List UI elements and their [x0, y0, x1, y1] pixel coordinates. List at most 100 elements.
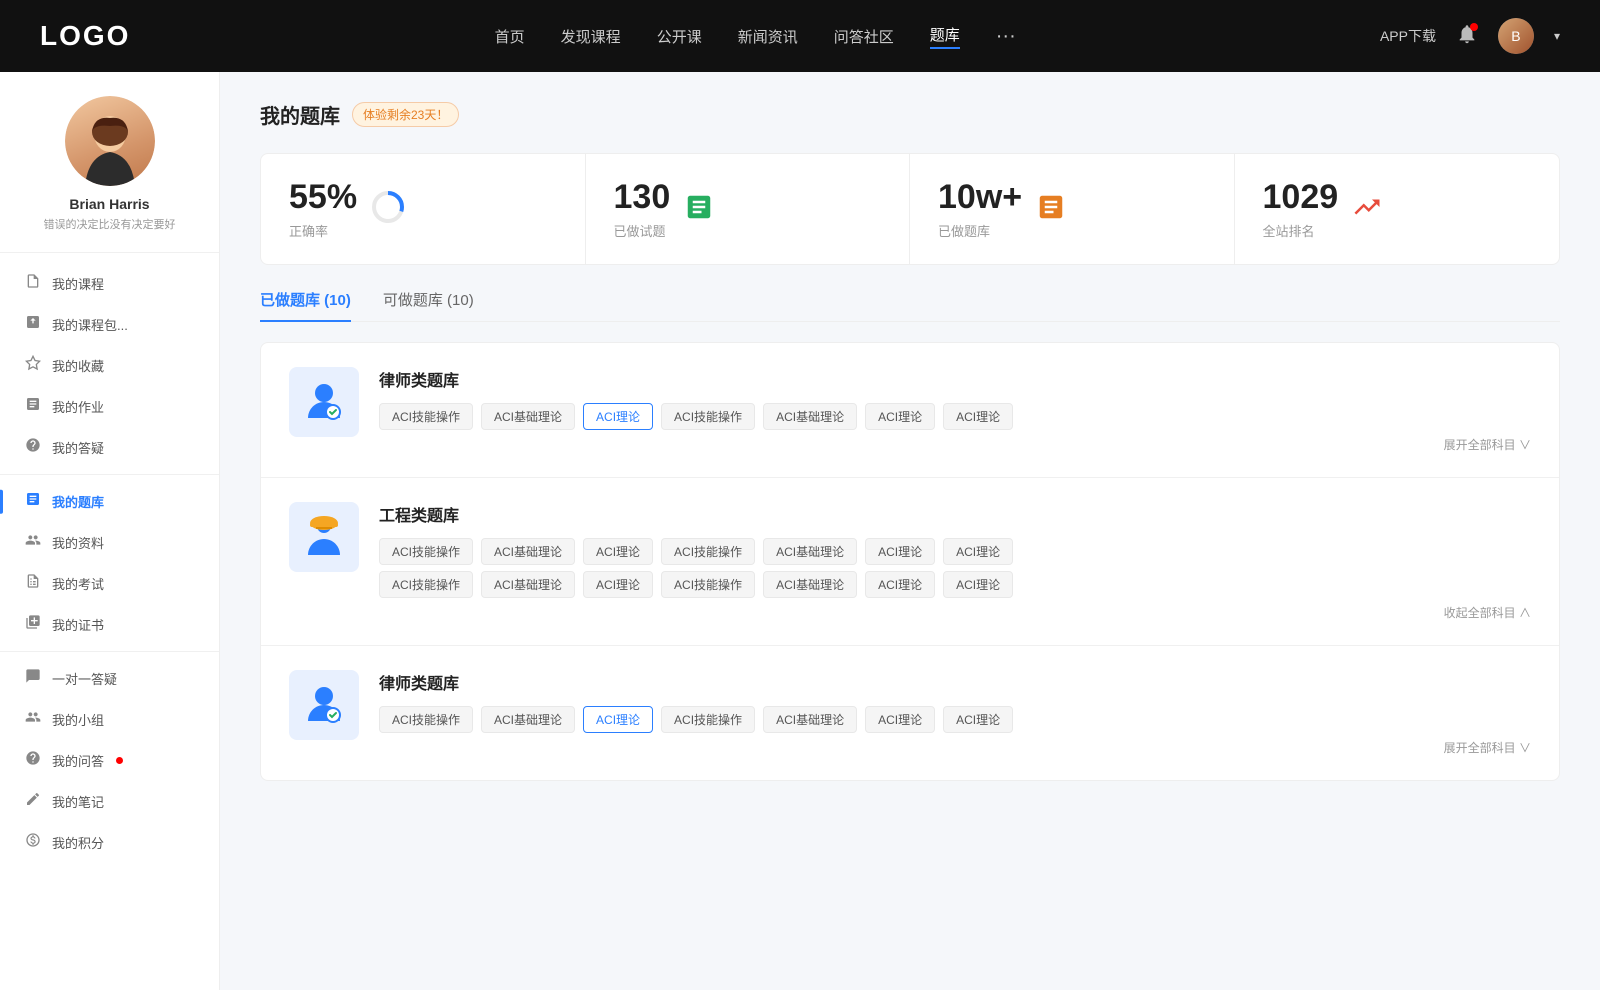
- tag[interactable]: ACI理论: [943, 403, 1013, 430]
- nav-right: APP下载 B ▾: [1380, 18, 1560, 54]
- stat-number-rank: 1029: [1263, 178, 1339, 217]
- tag[interactable]: ACI技能操作: [379, 706, 473, 733]
- homework-icon: [24, 396, 42, 417]
- qa-icon: [24, 437, 42, 458]
- tag[interactable]: ACI技能操作: [661, 706, 755, 733]
- tag[interactable]: ACI理论: [865, 571, 935, 598]
- nav-exam[interactable]: 题库: [930, 24, 960, 49]
- subject-right: 律师类题库 ACI技能操作 ACI基础理论 ACI理论 ACI技能操作 ACI基…: [379, 367, 1531, 453]
- nav-discover[interactable]: 发现课程: [561, 26, 621, 47]
- sidebar-item-exam[interactable]: 我的考试: [0, 563, 219, 604]
- tag-active[interactable]: ACI理论: [583, 403, 653, 430]
- nav-more[interactable]: ···: [996, 25, 1016, 48]
- tag[interactable]: ACI理论: [865, 538, 935, 565]
- tag-active[interactable]: ACI理论: [583, 706, 653, 733]
- subject-name: 律师类题库: [379, 367, 1531, 391]
- sidebar-item-course-package[interactable]: 我的课程包...: [0, 304, 219, 345]
- logo: LOGO: [40, 20, 130, 52]
- stat-text: 130 已做试题: [614, 178, 671, 240]
- stat-label-rank: 全站排名: [1263, 221, 1339, 240]
- avatar-chevron-icon[interactable]: ▾: [1554, 29, 1560, 43]
- expand-link[interactable]: 展开全部科目 ∨: [379, 436, 1531, 453]
- tag[interactable]: ACI基础理论: [763, 571, 857, 598]
- tag[interactable]: ACI基础理论: [481, 538, 575, 565]
- sidebar-item-1on1[interactable]: 一对一答疑: [0, 658, 219, 699]
- tag[interactable]: ACI技能操作: [379, 538, 473, 565]
- sidebar-item-profile[interactable]: 我的资料: [0, 522, 219, 563]
- tag[interactable]: ACI理论: [583, 538, 653, 565]
- subject-name: 律师类题库: [379, 670, 1531, 694]
- notification-bell[interactable]: [1456, 23, 1478, 50]
- nav-home[interactable]: 首页: [495, 26, 525, 47]
- sidebar-item-my-qa[interactable]: 我的问答: [0, 740, 219, 781]
- tag[interactable]: ACI技能操作: [379, 571, 473, 598]
- group-icon: [24, 709, 42, 730]
- collapse-link[interactable]: 收起全部科目 ∧: [379, 604, 1531, 621]
- chart-red-icon: [1352, 192, 1382, 227]
- sidebar-item-my-course[interactable]: 我的课程: [0, 263, 219, 304]
- stat-ranking: 1029 全站排名: [1235, 154, 1560, 264]
- expand-link-2[interactable]: 展开全部科目 ∨: [379, 739, 1531, 756]
- tab-available[interactable]: 可做题库 (10): [383, 289, 474, 322]
- package-icon: [24, 314, 42, 335]
- tag[interactable]: ACI基础理论: [763, 403, 857, 430]
- tag[interactable]: ACI理论: [583, 571, 653, 598]
- sidebar-menu: 我的课程 我的课程包... 我的收藏 我的作业: [0, 253, 219, 873]
- page-title: 我的题库: [260, 100, 340, 129]
- sidebar-item-favorites[interactable]: 我的收藏: [0, 345, 219, 386]
- app-download-button[interactable]: APP下载: [1380, 26, 1436, 46]
- sidebar-item-notes[interactable]: 我的笔记: [0, 781, 219, 822]
- tag[interactable]: ACI理论: [865, 403, 935, 430]
- stat-number-done: 130: [614, 178, 671, 217]
- tag[interactable]: ACI理论: [943, 706, 1013, 733]
- content-area: 律师类题库 ACI技能操作 ACI基础理论 ACI理论 ACI技能操作 ACI基…: [260, 342, 1560, 781]
- tag[interactable]: ACI基础理论: [763, 706, 857, 733]
- tabs: 已做题库 (10) 可做题库 (10): [260, 289, 1560, 322]
- tag[interactable]: ACI基础理论: [481, 403, 575, 430]
- subject-icon-lawyer: [289, 367, 359, 437]
- tag[interactable]: ACI技能操作: [661, 403, 755, 430]
- doc-green-icon: [684, 192, 714, 227]
- profile-avatar: [65, 96, 155, 186]
- tag[interactable]: ACI技能操作: [661, 538, 755, 565]
- star-icon: [24, 355, 42, 376]
- tags-row: ACI技能操作 ACI基础理论 ACI理论 ACI技能操作 ACI基础理论 AC…: [379, 706, 1531, 733]
- stat-number-correct: 55%: [289, 178, 357, 217]
- sidebar-item-certificate[interactable]: 我的证书: [0, 604, 219, 645]
- tag[interactable]: ACI技能操作: [379, 403, 473, 430]
- profile-icon: [24, 532, 42, 553]
- tag[interactable]: ACI理论: [943, 538, 1013, 565]
- subject-icon-lawyer-2: [289, 670, 359, 740]
- tags-row-2: ACI技能操作 ACI基础理论 ACI理论 ACI技能操作 ACI基础理论 AC…: [379, 571, 1531, 598]
- tag[interactable]: ACI基础理论: [481, 706, 575, 733]
- sidebar-item-points[interactable]: 我的积分: [0, 822, 219, 863]
- sidebar: Brian Harris 错误的决定比没有决定要好 我的课程 我的课程包...: [0, 72, 220, 990]
- stat-text: 10w+ 已做题库: [938, 178, 1022, 240]
- avatar[interactable]: B: [1498, 18, 1534, 54]
- tag[interactable]: ACI理论: [865, 706, 935, 733]
- lawyer-icon-2: [300, 681, 348, 729]
- doc-orange-icon: [1036, 192, 1066, 227]
- nav-qa[interactable]: 问答社区: [834, 26, 894, 47]
- sidebar-label: 我的作业: [52, 397, 104, 416]
- tag[interactable]: ACI基础理论: [481, 571, 575, 598]
- nav-news[interactable]: 新闻资讯: [738, 26, 798, 47]
- page-header: 我的题库 体验剩余23天！: [260, 100, 1560, 129]
- stat-label-bank: 已做题库: [938, 221, 1022, 240]
- sidebar-item-homework[interactable]: 我的作业: [0, 386, 219, 427]
- my-qa-icon: [24, 750, 42, 771]
- tag[interactable]: ACI理论: [943, 571, 1013, 598]
- tag[interactable]: ACI基础理论: [763, 538, 857, 565]
- nav-open[interactable]: 公开课: [657, 26, 702, 47]
- sidebar-item-exam-bank[interactable]: 我的题库: [0, 481, 219, 522]
- tag[interactable]: ACI技能操作: [661, 571, 755, 598]
- sidebar-item-group[interactable]: 我的小组: [0, 699, 219, 740]
- sidebar-item-qa[interactable]: 我的答疑: [0, 427, 219, 468]
- profile-motto: 错误的决定比没有决定要好: [20, 216, 199, 232]
- subject-icon-engineer: [289, 502, 359, 572]
- sidebar-label: 我的题库: [52, 492, 104, 511]
- tab-done[interactable]: 已做题库 (10): [260, 289, 351, 322]
- subject-right: 律师类题库 ACI技能操作 ACI基础理论 ACI理论 ACI技能操作 ACI基…: [379, 670, 1531, 756]
- subject-name: 工程类题库: [379, 502, 1531, 526]
- stat-text: 1029 全站排名: [1263, 178, 1339, 240]
